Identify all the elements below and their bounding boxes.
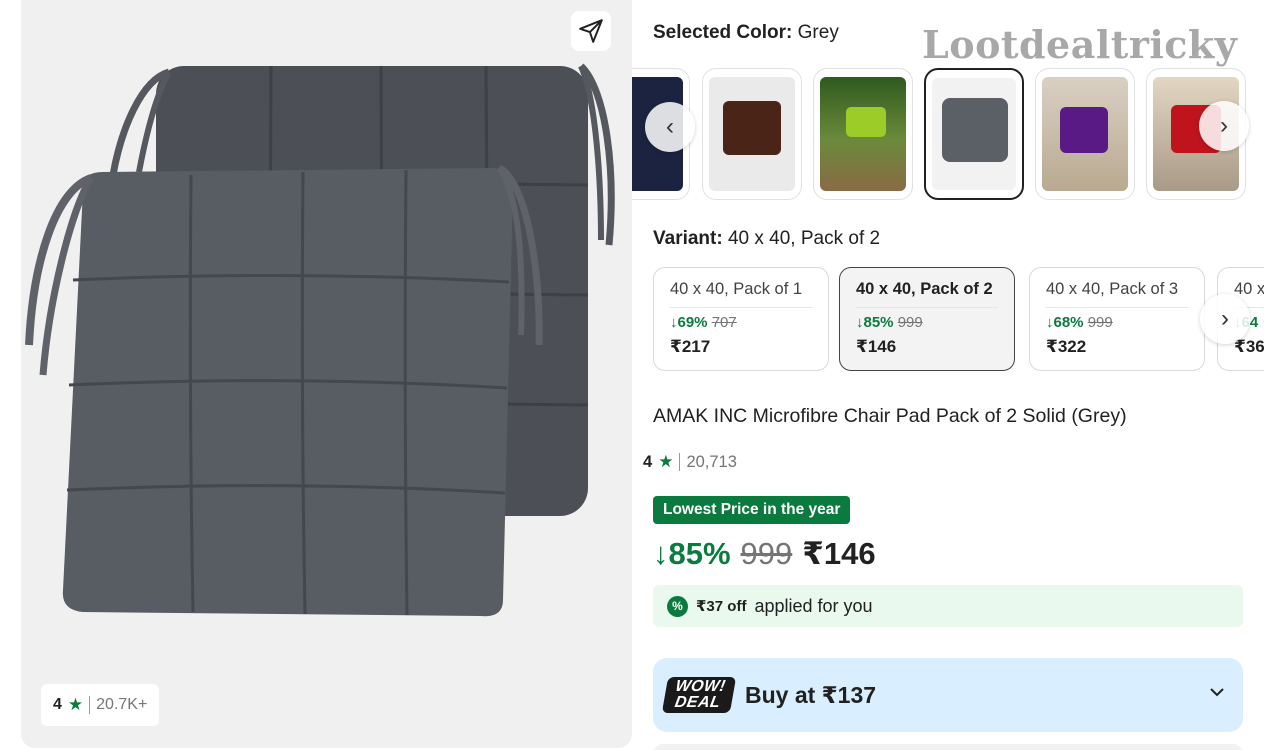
discount-percent: ↓85% [653,536,731,571]
next-section-edge [653,744,1243,750]
color-swatch-purple[interactable] [1035,68,1135,200]
product-page: 4 ★ 20.7K+ Selected Color: Grey Lootdeal… [0,0,1264,750]
selected-color-row: Selected Color: Grey [653,22,839,44]
percent-badge-icon: % [667,595,688,617]
image-rating-chip[interactable]: 4 ★ 20.7K+ [41,684,160,726]
variant-value: 40 x 40, Pack of 2 [727,228,881,249]
variant-option[interactable]: 40 x 40, Pack of 1 ↓69% 707 ₹217 [653,267,829,371]
chevron-right-icon: › [1221,305,1229,332]
variant-option-selected[interactable]: 40 x 40, Pack of 2 ↓85% 999 ₹146 [839,267,1015,371]
wow-deal-text: Buy at ₹137 [745,681,877,708]
chevron-left-icon: ‹ [666,113,674,140]
variant-discount: ↓68% 999 [1046,314,1113,331]
divider [89,696,91,714]
swatch-image [709,77,795,191]
mrp-price: 999 [740,536,793,571]
variant-mrp: 707 [711,314,737,331]
variant-carousel[interactable]: 40 x 40, Pack of 1 ↓69% 707 ₹217 40 x 40… [632,266,1264,374]
variant-price: ₹322 [1046,337,1087,356]
variant-name: 40 x 40, Pack of 2 [856,280,998,308]
swatch-image [1042,77,1128,191]
offer-amount: ₹37 off [696,598,747,615]
selling-price: ₹146 [802,536,876,571]
offer-applied-banner: % ₹37 off applied for you [653,585,1243,627]
send-icon [579,19,603,43]
variant-name: 40 x 40, Pack of 1 [670,280,812,308]
color-swatch-lime-green[interactable] [813,68,913,200]
swatch-next-button[interactable]: › [1199,101,1249,151]
rating-value: 4 [643,452,653,471]
rating-count: 20,713 [686,452,737,471]
selected-color-label: Selected Color: [653,22,793,43]
variant-next-button[interactable]: › [1200,294,1250,344]
share-button[interactable] [571,11,611,51]
variant-label: Variant: [653,228,723,249]
wow-deal-logo: WOW! DEAL [661,677,737,713]
variant-name: 40 x 40, Pack of 3 [1046,280,1188,308]
chevron-right-icon: › [1220,112,1228,139]
product-image [25,63,615,617]
color-swatch-grey[interactable] [924,68,1024,200]
star-icon: ★ [67,695,84,714]
variant-price: ₹146 [856,337,897,356]
price-row: ↓85% 999 ₹146 [653,536,876,572]
color-swatch-carousel[interactable]: ‹ › [632,66,1264,202]
color-swatch-brown[interactable] [702,68,802,200]
divider [679,453,681,471]
swatch-image [820,77,906,191]
rating-value: 4 [53,696,62,713]
star-icon: ★ [658,452,674,471]
variant-mrp: 999 [897,314,923,331]
offer-text: applied for you [754,595,873,616]
product-rating[interactable]: 4 ★ 20,713 [643,452,737,472]
product-title: AMAK INC Microfibre Chair Pad Pack of 2 … [653,405,1127,427]
watermark-text: Lootdealtricky [922,22,1238,67]
variant-discount: ↓69% 707 [670,314,737,331]
lowest-price-badge: Lowest Price in the year [653,496,851,524]
product-image-panel[interactable]: 4 ★ 20.7K+ [21,0,632,748]
swatch-prev-button[interactable]: ‹ [645,102,695,152]
variant-price: ₹217 [670,337,711,356]
variant-option[interactable]: 40 x 40, Pack of 3 ↓68% 999 ₹322 [1029,267,1205,371]
variant-mrp: 999 [1087,314,1113,331]
variant-discount: ↓85% 999 [856,314,923,331]
rating-count: 20.7K+ [96,696,148,713]
chevron-down-icon[interactable] [1207,682,1227,702]
selected-color-value: Grey [797,22,839,43]
swatch-image [932,78,1016,190]
wow-deal-banner[interactable]: WOW! DEAL Buy at ₹137 [653,658,1243,732]
variant-row: Variant: 40 x 40, Pack of 2 [653,228,880,250]
